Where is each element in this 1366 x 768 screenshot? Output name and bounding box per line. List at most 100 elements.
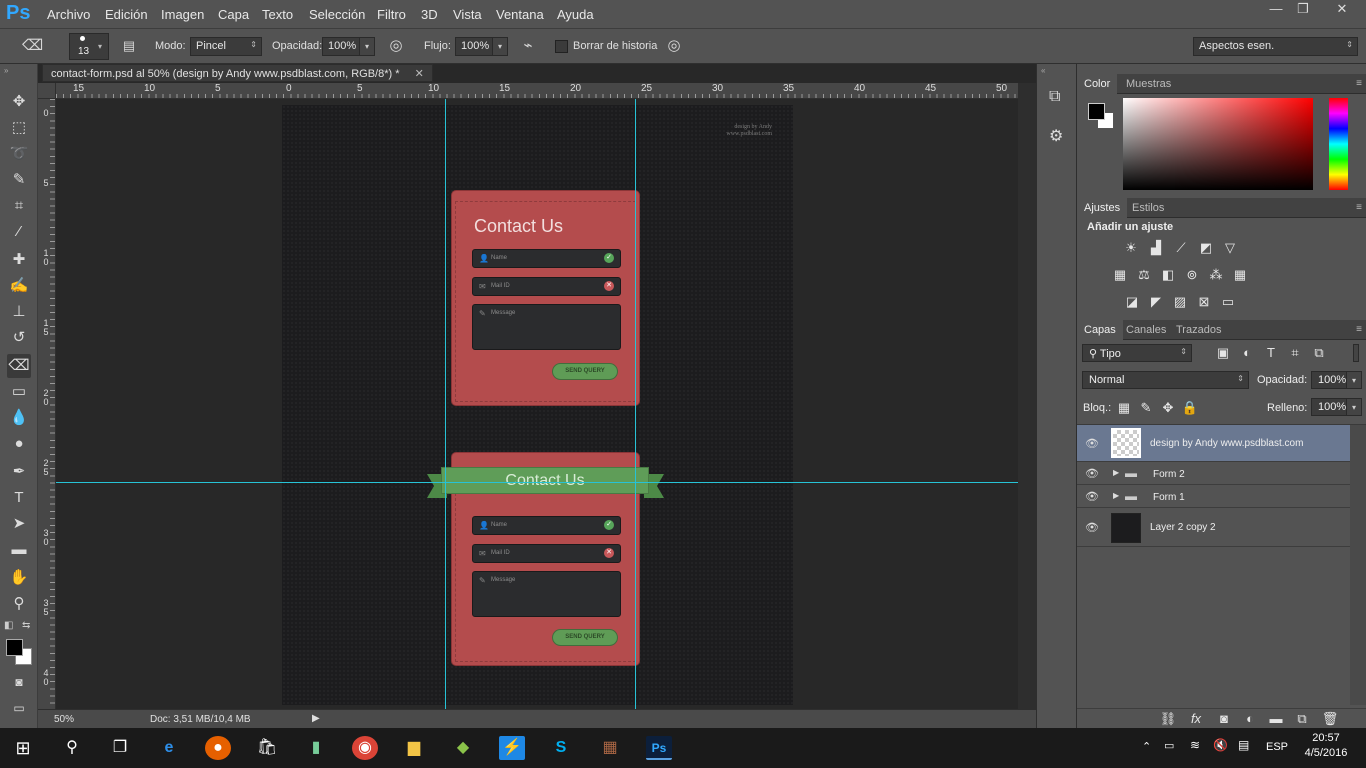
new-adjustment-icon[interactable]: ◐: [1241, 711, 1259, 727]
brush-panel-icon[interactable]: ▤: [119, 36, 139, 56]
hue-slider[interactable]: [1329, 98, 1348, 190]
foreground-swatch[interactable]: [1088, 103, 1105, 120]
quick-mask-icon[interactable]: ◙: [7, 670, 31, 694]
invert-icon[interactable]: ◪: [1123, 294, 1141, 310]
form2-message-field[interactable]: ✎ Message: [472, 571, 621, 617]
menu-capa[interactable]: Capa: [218, 7, 249, 22]
lock-transparency-icon[interactable]: ▦: [1115, 400, 1133, 416]
flow-input[interactable]: 100%: [455, 37, 493, 56]
layer-name[interactable]: Form 1: [1153, 492, 1185, 503]
form1-mail-field[interactable]: ✉ Mail ID ✕: [472, 277, 621, 296]
layer-name[interactable]: Form 2: [1153, 469, 1185, 480]
eraser-tool-preset-icon[interactable]: ⌫: [22, 36, 43, 56]
color-lookup-icon[interactable]: ▦: [1231, 267, 1249, 283]
move-tool-icon[interactable]: ✥: [7, 90, 31, 114]
firefox-icon[interactable]: ●: [205, 736, 231, 760]
guide-vertical[interactable]: [635, 99, 636, 709]
new-group-icon[interactable]: ▬: [1267, 711, 1285, 727]
panel-menu-icon[interactable]: ≡: [1356, 78, 1362, 89]
visibility-eye-icon[interactable]: 👁: [1084, 437, 1100, 450]
blend-mode-select[interactable]: Normal ⇕: [1082, 371, 1249, 389]
eyedropper-tool-icon[interactable]: ⁄: [7, 220, 31, 244]
wifi-icon[interactable]: ≋: [1190, 738, 1200, 752]
pressure-size-icon[interactable]: ◎: [664, 36, 684, 56]
menu-3d[interactable]: 3D: [421, 7, 438, 22]
filter-pixel-icon[interactable]: ▣: [1214, 345, 1232, 361]
clock[interactable]: 20:57 4/5/2016: [1302, 732, 1350, 759]
properties-panel-icon[interactable]: ⚙: [1049, 126, 1063, 146]
blur-tool-icon[interactable]: 💧: [7, 406, 31, 430]
layer-row-pixel[interactable]: 👁 Layer 2 copy 2: [1077, 509, 1350, 547]
store-icon[interactable]: 🛍: [254, 736, 280, 760]
close-tab-icon[interactable]: ✕: [415, 68, 424, 80]
menu-vista[interactable]: Vista: [453, 7, 482, 22]
filter-toggle-switch[interactable]: [1353, 344, 1359, 362]
foreground-color-swatch[interactable]: [6, 639, 23, 656]
airbrush-icon[interactable]: ⌁: [518, 36, 538, 56]
history-panel-icon[interactable]: ⧉: [1049, 88, 1060, 106]
fill-dropdown[interactable]: ▾: [1346, 398, 1362, 416]
menu-texto[interactable]: Texto: [262, 7, 293, 22]
vibrance-icon[interactable]: ▽: [1221, 240, 1239, 256]
tab-channels[interactable]: Canales: [1119, 320, 1173, 340]
menu-edicion[interactable]: Edición: [105, 7, 148, 22]
history-brush-tool-icon[interactable]: ↺: [7, 326, 31, 350]
selective-color-icon[interactable]: ⊠: [1195, 294, 1213, 310]
layer-name[interactable]: design by Andy www.psdblast.com: [1150, 438, 1303, 449]
visibility-eye-icon[interactable]: 👁: [1084, 467, 1100, 480]
layer-name[interactable]: Layer 2 copy 2: [1150, 522, 1216, 533]
posterize-icon[interactable]: ◤: [1147, 294, 1165, 310]
guide-horizontal[interactable]: [56, 482, 1018, 483]
brush-tool-icon[interactable]: ✍: [7, 274, 31, 298]
default-colors-icon[interactable]: ◧: [4, 620, 13, 631]
pressure-opacity-icon[interactable]: ◎: [386, 36, 406, 56]
opacity-input[interactable]: 100%: [322, 37, 360, 56]
lightning-app-icon[interactable]: ⚡: [499, 736, 525, 760]
notification-icon[interactable]: ▤: [1238, 738, 1249, 752]
fx-icon[interactable]: fx: [1187, 711, 1205, 727]
opacity-dropdown-button[interactable]: ▾: [359, 37, 375, 56]
edge-icon[interactable]: e: [156, 736, 182, 760]
file-explorer-icon[interactable]: ▆: [401, 736, 427, 760]
curves-icon[interactable]: ⟋: [1172, 240, 1190, 256]
eraser-tool-icon[interactable]: ⌫: [7, 354, 31, 378]
lock-all-icon[interactable]: 🔒: [1181, 400, 1199, 416]
black-white-icon[interactable]: ◧: [1159, 267, 1177, 283]
layers-scrollbar[interactable]: [1350, 425, 1366, 705]
hand-tool-icon[interactable]: ✋: [7, 566, 31, 590]
brightness-icon[interactable]: ☀: [1122, 240, 1140, 256]
channel-mixer-icon[interactable]: ⁂: [1207, 267, 1225, 283]
photoshop-taskbar-icon[interactable]: Ps: [646, 736, 672, 760]
horizontal-ruler[interactable]: 15 10 5 0 5 10 15 20 25 30 35 40 45 50: [56, 83, 1018, 99]
filter-smart-object-icon[interactable]: ⧉: [1310, 345, 1328, 361]
form1-send-button[interactable]: SEND QUERY: [552, 363, 618, 380]
healing-brush-tool-icon[interactable]: ✚: [7, 248, 31, 272]
menu-archivo[interactable]: Archivo: [47, 7, 90, 22]
menu-ventana[interactable]: Ventana: [496, 7, 544, 22]
layer-row-text[interactable]: 👁 design by Andy www.psdblast.com: [1077, 425, 1350, 462]
ruler-origin[interactable]: [38, 83, 56, 99]
form1-message-field[interactable]: ✎ Message: [472, 304, 621, 350]
screen-mode-icon[interactable]: ▭: [7, 696, 31, 720]
minimize-button[interactable]: —: [1262, 0, 1290, 20]
photo-filter-icon[interactable]: ⊚: [1183, 267, 1201, 283]
exposure-icon[interactable]: ◩: [1197, 240, 1215, 256]
threshold-icon[interactable]: ▨: [1171, 294, 1189, 310]
tab-color[interactable]: Color: [1077, 74, 1118, 94]
workspace-select[interactable]: Aspectos esen. ⇕: [1193, 37, 1358, 56]
chevron-up-icon[interactable]: ⌃: [1142, 740, 1151, 753]
layer-opacity-input[interactable]: 100%: [1311, 371, 1347, 389]
lasso-tool-icon[interactable]: ➰: [7, 142, 31, 166]
vertical-ruler[interactable]: 0 5 1 0 1 5 2 0 2 5 3 0 3 5 4 0: [38, 99, 56, 709]
close-window-button[interactable]: ✕: [1318, 0, 1366, 20]
vertical-scrollbar[interactable]: [1018, 83, 1036, 709]
visibility-eye-icon[interactable]: 👁: [1084, 490, 1100, 503]
lock-pixels-icon[interactable]: ✎: [1137, 400, 1155, 416]
document-tab[interactable]: contact-form.psd al 50% (design by Andy …: [42, 64, 433, 82]
link-layers-icon[interactable]: ⛓: [1159, 711, 1177, 727]
tab-paths[interactable]: Trazados: [1169, 320, 1228, 340]
expand-arrow-icon[interactable]: ▶: [1113, 468, 1119, 477]
tab-styles[interactable]: Estilos: [1125, 198, 1171, 218]
app-icon[interactable]: ▮: [303, 736, 329, 760]
quick-select-tool-icon[interactable]: ✎: [7, 168, 31, 192]
